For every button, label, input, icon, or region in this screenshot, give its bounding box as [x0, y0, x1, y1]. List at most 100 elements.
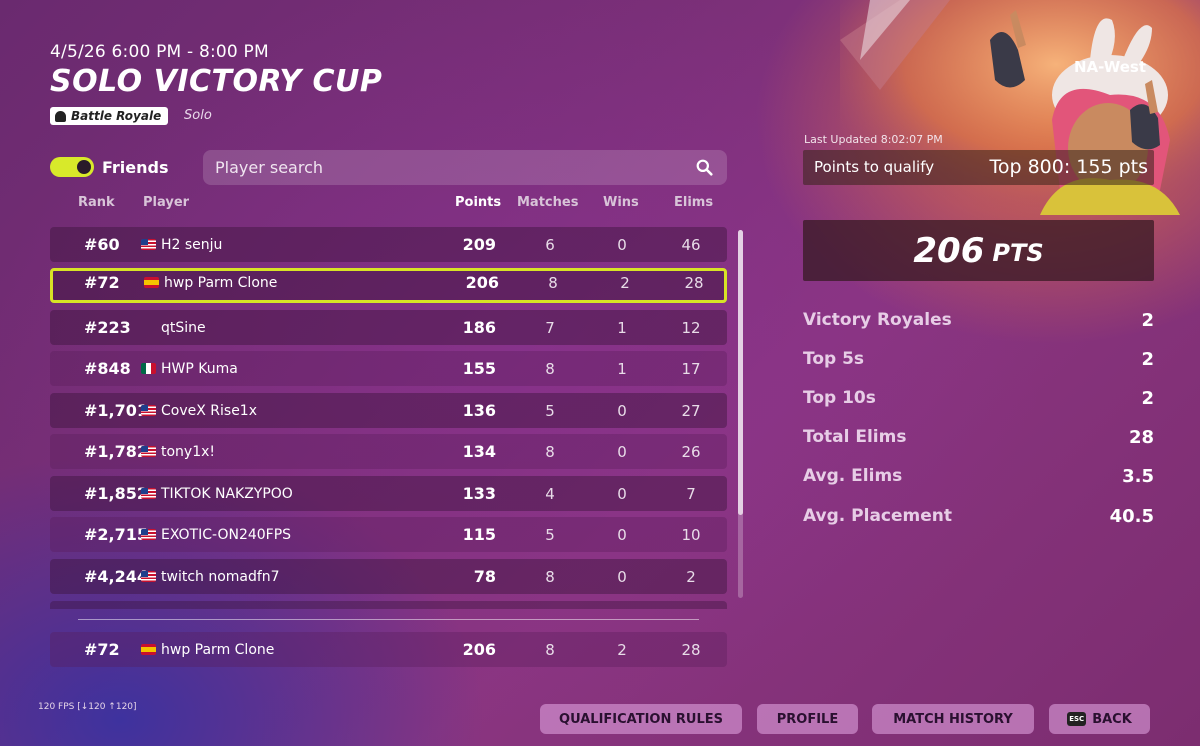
table-row[interactable]: #223 qtSine 186 7 1 12: [50, 310, 727, 345]
table-row-selected[interactable]: #72 hwp Parm Clone 206 8 2 28: [50, 268, 727, 303]
row-rank: #4,244: [84, 567, 149, 586]
stat-row: Top 5s 2: [803, 349, 1154, 373]
table-row[interactable]: #60 H2 senju 209 6 0 46: [50, 227, 727, 262]
stat-value: 2: [1141, 310, 1154, 331]
table-row[interactable]: #1,852 TIKTOK NAKZYPOO 133 4 0 7: [50, 476, 727, 511]
row-elims: 2: [686, 567, 696, 586]
row-player: qtSine: [161, 319, 206, 336]
row-player: tony1x!: [161, 443, 216, 460]
table-row[interactable]: #848 HWP Kuma 155 8 1 17: [50, 351, 727, 386]
scrollbar-thumb[interactable]: [738, 230, 743, 515]
qualify-value: Top 800: 155 pts: [989, 156, 1148, 178]
row-player: twitch nomadfn7: [161, 568, 280, 585]
header-points[interactable]: Points: [455, 195, 501, 210]
stat-label: Total Elims: [803, 427, 907, 447]
row-rank: #1,701: [84, 401, 149, 420]
row-points: 134: [462, 442, 496, 461]
row-matches: 5: [545, 525, 555, 544]
row-player: hwp Parm Clone: [164, 274, 278, 291]
row-rank: #1,852: [84, 484, 149, 503]
self-row[interactable]: #72 hwp Parm Clone 206 8 2 28: [50, 632, 727, 667]
row-elims: 27: [681, 401, 701, 420]
row-player: EXOTIC-ON240FPS: [161, 526, 292, 543]
stat-value: 40.5: [1109, 506, 1154, 527]
stat-row: Avg. Placement 40.5: [803, 506, 1154, 530]
search-placeholder: Player search: [215, 158, 324, 177]
row-player: TIKTOK NAKZYPOO: [161, 485, 293, 502]
header-matches[interactable]: Matches: [517, 195, 578, 210]
row-points: 209: [462, 235, 496, 254]
qualify-label: Points to qualify: [814, 158, 935, 176]
scrollbar[interactable]: [738, 230, 743, 598]
row-elims: 12: [681, 318, 701, 337]
table-row[interactable]: #2,715 EXOTIC-ON240FPS 115 5 0 10: [50, 517, 727, 552]
back-button[interactable]: ESC BACK: [1049, 704, 1150, 734]
toggle-knob: [77, 160, 91, 174]
points-unit: PTS: [992, 238, 1044, 267]
divider: [78, 619, 699, 620]
stat-label: Avg. Placement: [803, 506, 953, 526]
friends-toggle[interactable]: [50, 157, 94, 177]
back-label: BACK: [1092, 711, 1132, 727]
row-player: CoveX Rise1x: [161, 402, 257, 419]
row-player: HWP Kuma: [161, 360, 238, 377]
points-box: 206 PTS: [803, 220, 1154, 281]
search-icon[interactable]: [696, 159, 713, 176]
flag-es-icon: [141, 632, 156, 667]
row-rank: #223: [84, 318, 131, 337]
row-player: hwp Parm Clone: [161, 641, 275, 658]
flag-es-icon: [144, 268, 159, 297]
table-row[interactable]: #1,701 CoveX Rise1x 136 5 0 27: [50, 393, 727, 428]
flag-us-icon: [141, 517, 156, 552]
row-wins: 0: [617, 401, 627, 420]
row-points: 78: [473, 567, 496, 586]
stat-label: Victory Royales: [803, 310, 952, 330]
row-points: 133: [462, 484, 496, 503]
row-points: 206: [465, 273, 499, 292]
esc-key-icon: ESC: [1067, 712, 1087, 726]
flag-mx-icon: [141, 351, 156, 386]
flag-us-icon: [141, 393, 156, 428]
event-date: 4/5/26 6:00 PM - 8:00 PM: [50, 42, 269, 62]
stat-row: Avg. Elims 3.5: [803, 466, 1154, 490]
crown-icon: [55, 110, 66, 122]
row-elims: 7: [686, 484, 696, 503]
profile-button[interactable]: PROFILE: [757, 704, 858, 734]
row-wins: 0: [617, 525, 627, 544]
flag-us-icon: [141, 434, 156, 469]
region-label: NA-West: [1074, 58, 1146, 76]
qualify-box: Points to qualify Top 800: 155 pts: [803, 150, 1154, 185]
stat-value: 3.5: [1122, 466, 1154, 487]
row-matches: 8: [545, 567, 555, 586]
header-player: Player: [143, 195, 190, 210]
friends-label: Friends: [102, 158, 169, 177]
row-elims: 28: [681, 640, 701, 659]
stat-row: Top 10s 2: [803, 388, 1154, 412]
stat-label: Top 5s: [803, 349, 865, 369]
row-elims: 28: [684, 273, 704, 292]
row-rank: #72: [84, 640, 120, 659]
row-rank: #1,782: [84, 442, 149, 461]
last-updated: Last Updated 8:02:07 PM: [804, 133, 943, 146]
row-wins: 1: [617, 359, 627, 378]
row-wins: 1: [617, 318, 627, 337]
row-wins: 0: [617, 235, 627, 254]
row-wins: 0: [617, 567, 627, 586]
stat-value: 28: [1128, 427, 1154, 448]
header-elims[interactable]: Elims: [674, 195, 713, 210]
player-search-input[interactable]: Player search: [203, 150, 727, 185]
match-history-button[interactable]: MATCH HISTORY: [872, 704, 1034, 734]
row-rank: #72: [84, 273, 120, 292]
stat-row: Total Elims 28: [803, 427, 1154, 451]
header-wins[interactable]: Wins: [603, 195, 639, 210]
row-matches: 6: [545, 235, 555, 254]
mode-sub-label: Solo: [184, 108, 212, 123]
partial-row: [50, 601, 727, 609]
qualification-rules-button[interactable]: QUALIFICATION RULES: [540, 704, 742, 734]
row-elims: 46: [681, 235, 701, 254]
row-matches: 8: [548, 273, 558, 292]
row-points: 155: [462, 359, 496, 378]
table-row[interactable]: #4,244 twitch nomadfn7 78 8 0 2: [50, 559, 727, 594]
row-matches: 7: [545, 318, 555, 337]
table-row[interactable]: #1,782 tony1x! 134 8 0 26: [50, 434, 727, 469]
